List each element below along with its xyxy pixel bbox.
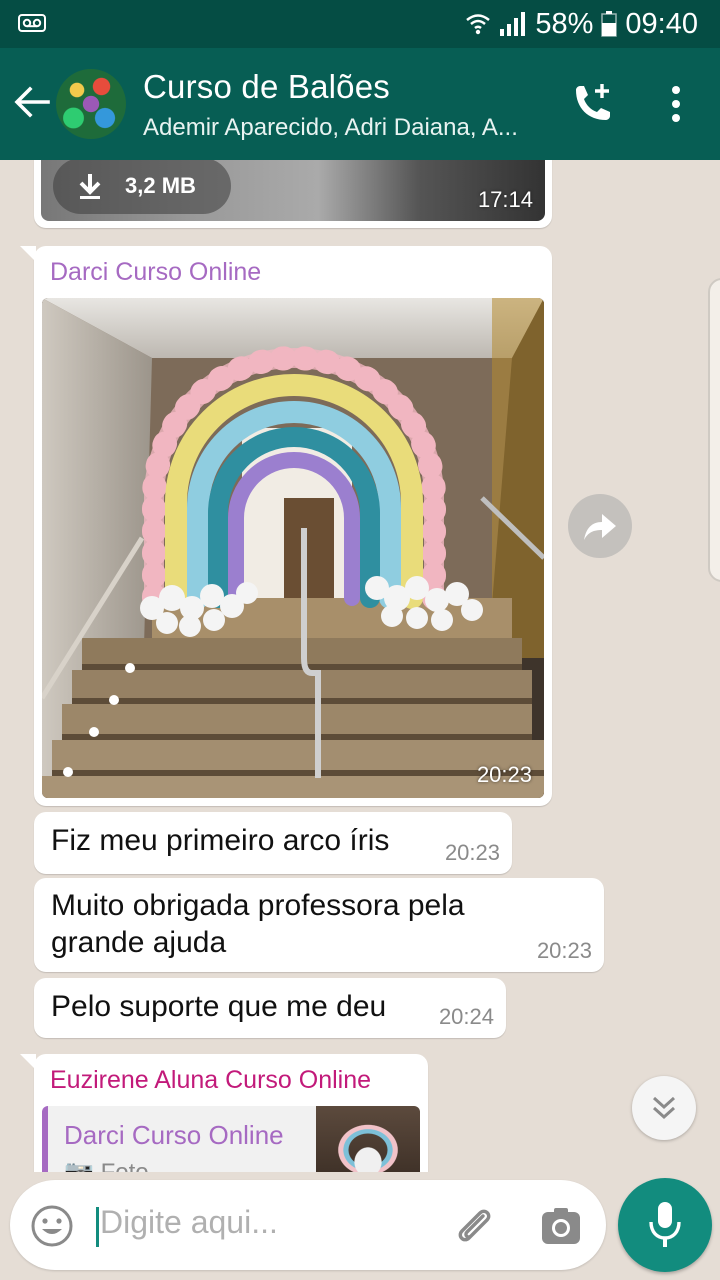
message-input-container[interactable] [10, 1180, 606, 1270]
scroll-to-bottom-button[interactable] [632, 1076, 696, 1140]
media-thumbnail[interactable]: 3,2 MB 17:14 [41, 160, 545, 221]
chat-participants[interactable]: Ademir Aparecido, Adri Daiana, A... [143, 114, 548, 142]
quoted-thumbnail [316, 1106, 420, 1172]
message-list[interactable]: 3,2 MB 17:14 Darci Curso Online 20:23 Fi… [0, 160, 720, 1172]
emoji-icon[interactable] [30, 1204, 74, 1248]
side-panel-edge [708, 278, 720, 582]
message-input[interactable] [100, 1204, 430, 1241]
quoted-type-label: Foto [101, 1159, 149, 1172]
media-message[interactable]: 3,2 MB 17:14 [34, 160, 552, 228]
back-arrow-icon[interactable] [12, 82, 52, 122]
message-time: 20:23 [476, 762, 532, 787]
image-message[interactable]: Darci Curso Online 20:23 [20, 246, 552, 806]
quote-bar [42, 1106, 48, 1172]
photo-rainbow-balloon-arch[interactable]: 20:23 [42, 298, 544, 798]
text-message[interactable]: Fiz meu primeiro arco íris 20:23 [34, 812, 512, 874]
download-button[interactable]: 3,2 MB [53, 160, 231, 214]
chat-title[interactable]: Curso de Balões [143, 68, 390, 106]
text-message[interactable]: Pelo suporte que me deu 20:24 [34, 978, 506, 1038]
download-icon [79, 174, 101, 199]
text-caret [96, 1207, 99, 1247]
microphone-icon [649, 1202, 681, 1247]
clock: 09:40 [625, 7, 698, 40]
voicemail-icon [18, 14, 46, 32]
message-time: 20:23 [536, 938, 592, 963]
quoted-sender: Darci Curso Online [64, 1120, 284, 1150]
file-size: 3,2 MB [125, 173, 196, 198]
message-time: 20:24 [438, 1004, 494, 1029]
message-text: Pelo suporte que me deu [51, 990, 387, 1023]
message-text: Muito obrigada professora pela grande aj… [51, 887, 465, 961]
paperclip-icon[interactable] [450, 1202, 496, 1248]
add-call-icon[interactable] [568, 80, 616, 128]
message-time: 17:14 [477, 187, 533, 212]
sender-name[interactable]: Darci Curso Online [50, 258, 261, 287]
camera-icon[interactable] [540, 1206, 582, 1246]
quoted-type: 📷 Foto [64, 1158, 149, 1172]
message-line: grande ajuda [51, 926, 227, 959]
forward-icon [584, 514, 616, 540]
double-chevron-down-icon [652, 1096, 676, 1120]
voice-record-button[interactable] [618, 1178, 712, 1272]
forward-button[interactable] [568, 494, 632, 558]
signal-icon [500, 12, 526, 36]
chat-header: Curso de Balões Ademir Aparecido, Adri D… [0, 48, 720, 160]
more-options-icon[interactable] [660, 82, 692, 126]
battery-icon [601, 11, 618, 37]
message-time: 20:23 [444, 840, 500, 865]
battery-percent: 58% [535, 7, 594, 40]
quoted-message[interactable]: Darci Curso Online 📷 Foto [42, 1106, 420, 1172]
camera-small-icon: 📷 [64, 1159, 94, 1172]
text-message[interactable]: Muito obrigada professora pela grande aj… [34, 878, 604, 972]
status-bar: 58% 09:40 [0, 0, 720, 48]
message-line: Muito obrigada professora pela [51, 889, 465, 922]
group-avatar[interactable] [56, 69, 126, 139]
wifi-icon [466, 14, 491, 35]
composer-bar [0, 1172, 720, 1280]
sender-name[interactable]: Euzirene Aluna Curso Online [50, 1066, 371, 1095]
reply-message[interactable]: Euzirene Aluna Curso Online Darci Curso … [20, 1054, 428, 1172]
message-text: Fiz meu primeiro arco íris [51, 824, 390, 857]
